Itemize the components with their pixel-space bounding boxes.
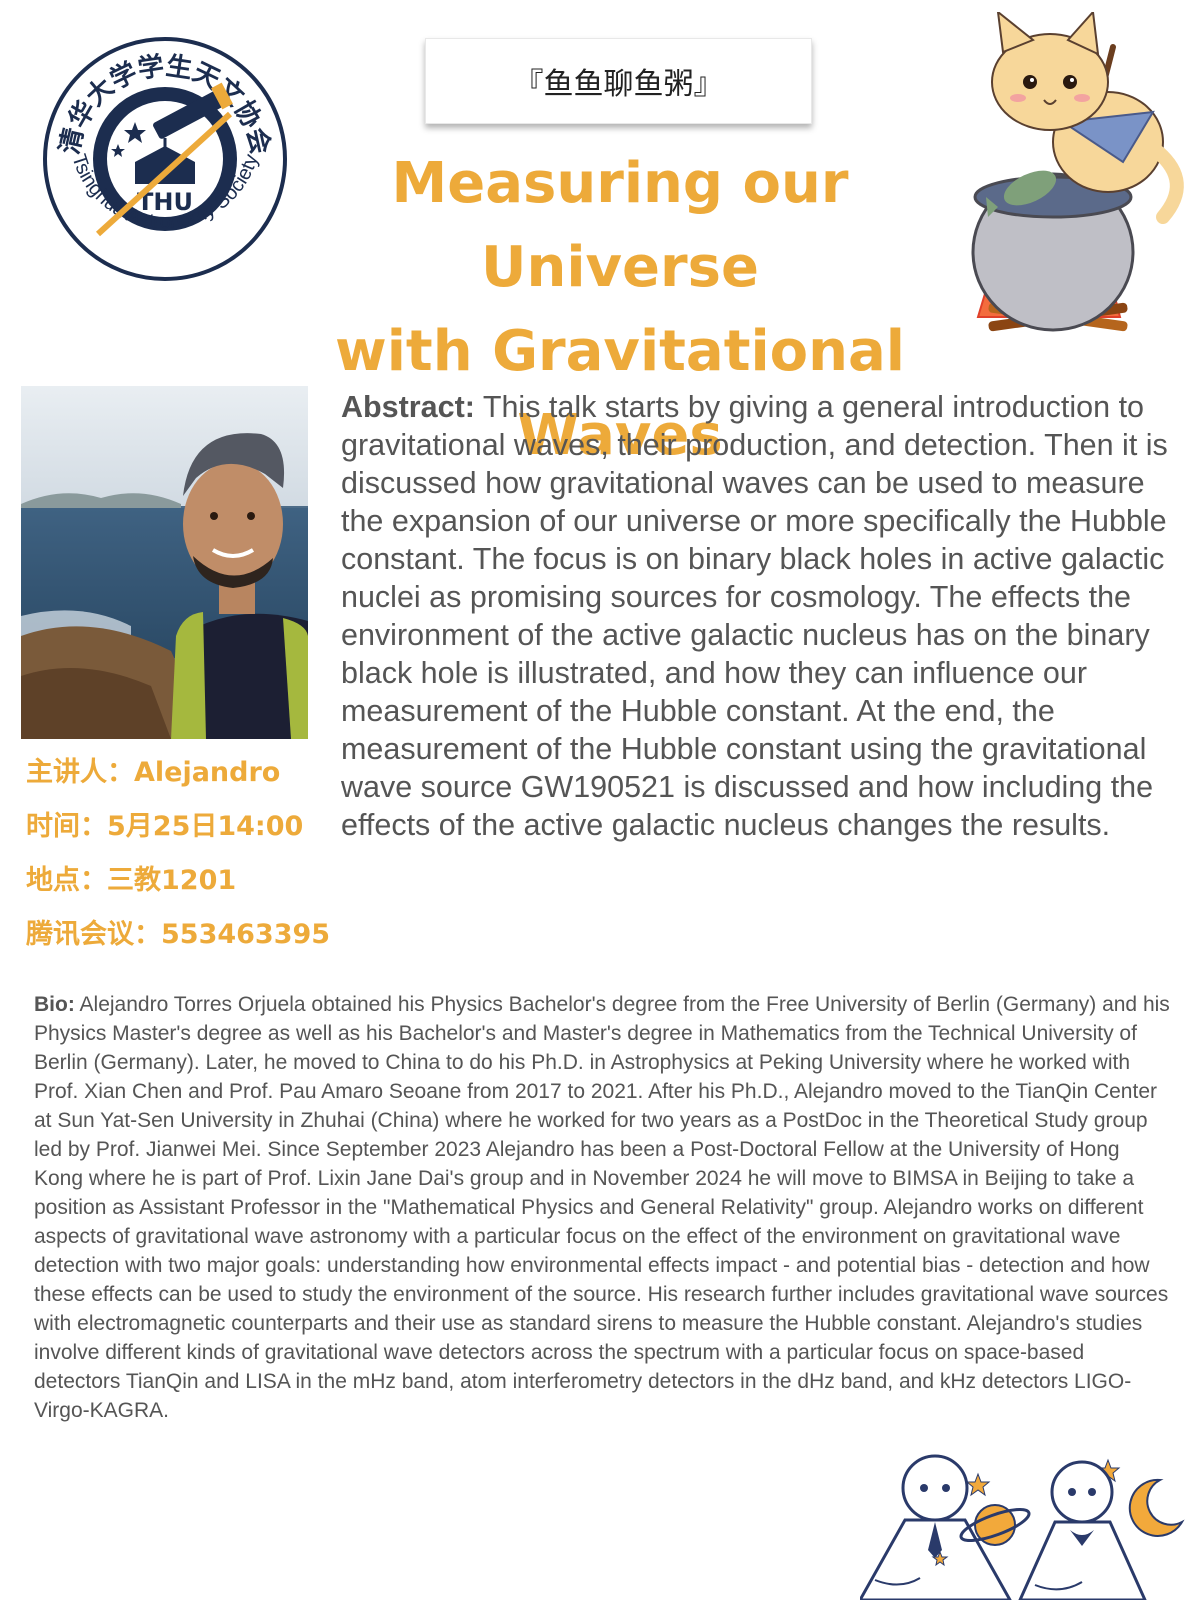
society-logo: 清华大学学生天文协会 Tsinghua Astronomy Society TH… [40, 34, 290, 284]
moon-icon [1128, 1478, 1185, 1537]
event-meeting-id: 腾讯会议：553463395 [26, 919, 331, 950]
teru-teru-bozu-decoration [857, 1450, 1195, 1602]
abstract-text: This talk starts by giving a general int… [341, 390, 1168, 842]
event-info: 主讲人：Alejandro 时间：5月25日14:00 地点：三教1201 腾讯… [26, 746, 356, 962]
abstract-label: Abstract: [341, 390, 475, 424]
cat-cooking-mascot [958, 9, 1188, 347]
event-time: 时间：5月25日14:00 [26, 811, 304, 842]
speaker-photo [21, 386, 308, 739]
bio: Bio: Alejandro Torres Orjuela obtained h… [34, 990, 1174, 1425]
bio-label: Bio: [34, 993, 75, 1016]
doll-icon [1017, 1460, 1148, 1602]
series-name: 『鱼鱼聊鱼粥』 [513, 67, 724, 102]
talk-title-line-1: Measuring our Universe [391, 151, 849, 300]
abstract: Abstract: This talk starts by giving a g… [341, 388, 1181, 844]
bio-text: Alejandro Torres Orjuela obtained his Ph… [34, 993, 1170, 1422]
event-speaker: 主讲人：Alejandro [26, 757, 281, 788]
event-location: 地点：三教1201 [26, 865, 237, 896]
series-name-box: 『鱼鱼聊鱼粥』 [425, 38, 812, 124]
